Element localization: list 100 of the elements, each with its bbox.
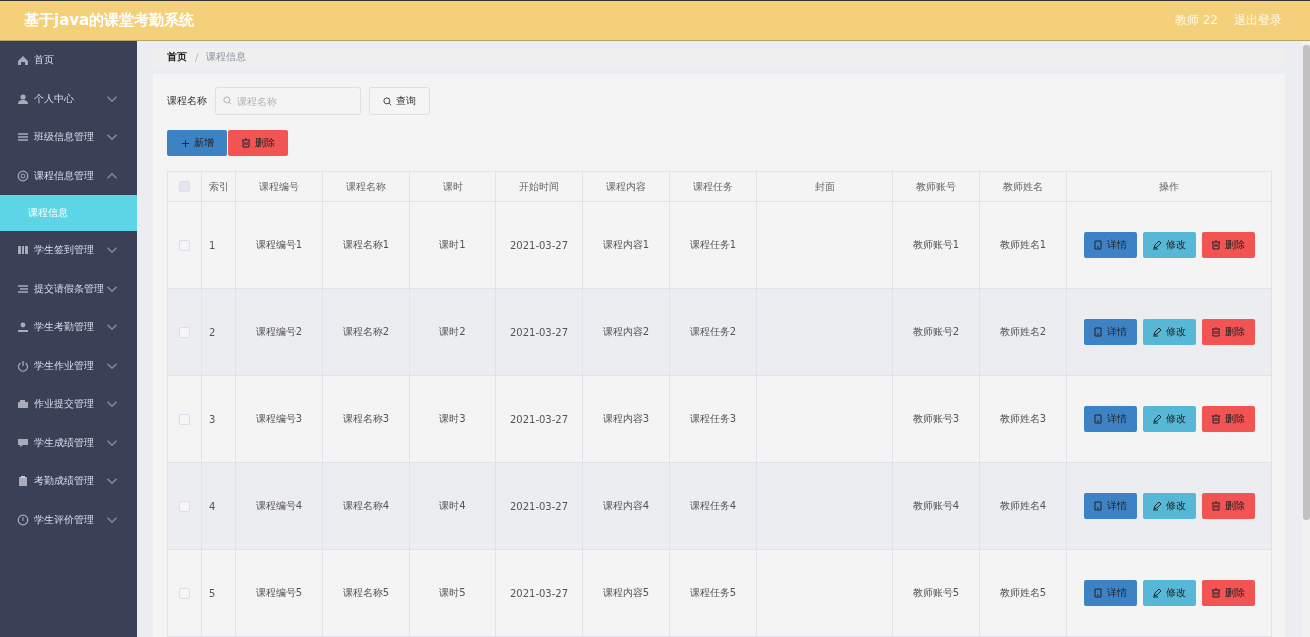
trash-icon [1211,240,1221,250]
sidebar-item[interactable]: 学生成绩管理 [0,423,137,462]
table-cell: 课程内容4 [602,500,650,511]
edit-button[interactable]: 修改 [1142,232,1196,258]
breadcrumb-separator: / [195,51,199,63]
user-icon [17,92,29,105]
delete-button[interactable]: 删除 [1201,406,1255,432]
table-cell: 课时3 [439,413,466,424]
table-cell: 2021-03-27 [509,239,569,251]
edit-button[interactable]: 修改 [1142,406,1196,432]
document-icon [1093,240,1103,250]
table-cell: 课程内容1 [602,239,650,250]
details-button[interactable]: 详情 [1083,493,1137,519]
pencil-icon [1152,588,1162,598]
details-button[interactable]: 详情 [1083,232,1137,258]
column-header: 开始时间 [519,180,559,192]
power-icon [17,359,29,372]
table-cell: 2 [209,326,216,338]
table-cell: 课时1 [439,239,466,250]
sidebar-item[interactable]: 首页 [0,41,137,80]
sidebar-item[interactable]: 学生考勤管理 [0,308,137,347]
table-cell: 教师姓名4 [999,500,1047,511]
checkbox[interactable] [179,413,190,425]
table-cell: 2021-03-27 [509,326,569,338]
checkbox[interactable] [179,587,190,599]
edit-button[interactable]: 修改 [1142,580,1196,606]
details-button[interactable]: 详情 [1083,319,1137,345]
table-cell: 课程任务5 [689,587,737,598]
sidebar-item[interactable]: 学生作业管理 [0,346,137,385]
home-icon [17,54,29,67]
table-cell: 教师姓名1 [999,239,1047,250]
chat-icon [17,436,29,449]
breadcrumb-link[interactable]: 首页 [167,50,187,64]
sidebar-item[interactable]: 作业提交管理 [0,385,137,424]
table-cell: 课程名称4 [342,500,390,511]
column-header: 课程编号 [259,180,299,192]
delete-button[interactable]: 删除 [1201,232,1255,258]
column-header: 课程内容 [606,180,646,192]
table-cell: 教师姓名3 [999,413,1047,424]
table-cell: 1 [209,239,216,251]
delete-button[interactable]: 删除 [1201,580,1255,606]
trash-icon [1211,414,1221,424]
table-cell: 教师姓名5 [999,587,1047,598]
sidebar-item[interactable]: 个人中心 [0,79,137,118]
table-cell: 2021-03-27 [509,500,569,512]
column-header: 索引 [208,180,229,192]
user-name: 教师 22 [1174,12,1218,29]
table-cell: 2021-03-27 [509,413,569,425]
table-cell: 4 [209,500,216,512]
clipboard-icon [17,475,29,488]
details-button[interactable]: 详情 [1083,406,1137,432]
list-icon [17,131,29,144]
table-cell: 教师账号2 [912,326,960,337]
search-icon [383,96,392,106]
checkbox[interactable] [179,500,190,512]
plus-icon [180,138,190,148]
pencil-icon [1152,414,1162,424]
table-cell: 课程名称2 [342,326,390,337]
table-cell: 课程任务2 [689,326,737,337]
sidebar-item[interactable]: 学生评价管理 [0,500,137,539]
pencil-icon [1152,240,1162,250]
trash-icon [1211,588,1221,598]
table-cell: 课程名称5 [342,587,390,598]
sidebar-item[interactable]: 班级信息管理 [0,118,137,157]
table-cell: 教师账号3 [912,413,960,424]
checkbox[interactable] [179,239,190,251]
table-cell: 课程任务1 [689,239,737,250]
delete-button[interactable]: 删除 [1201,493,1255,519]
table-cell: 教师账号4 [912,500,960,511]
table-cell: 课程编号1 [255,239,303,250]
document-icon [1093,414,1103,424]
sidebar-item[interactable]: 提交请假条管理 [0,269,137,308]
checkbox[interactable] [179,326,190,338]
table-cell: 课程任务4 [689,500,737,511]
edit-button[interactable]: 修改 [1142,493,1196,519]
column-header: 课程任务 [693,180,733,192]
scrollbar[interactable] [1303,41,1310,637]
field-label: 课程名称 [167,94,207,108]
table-cell: 课程名称3 [342,413,390,424]
table-cell: 5 [209,587,216,599]
delete-button[interactable]: 删除 [228,130,288,156]
document-icon [1093,327,1103,337]
sidebar-item[interactable]: 学生签到管理 [0,231,137,270]
details-button[interactable]: 详情 [1083,580,1137,606]
table-cell: 课程编号4 [255,500,303,511]
sidebar-item[interactable]: 考勤成绩管理 [0,462,137,501]
search-button[interactable]: 查询 [369,87,430,115]
delete-button[interactable]: 删除 [1201,319,1255,345]
app-title: 基于java的课堂考勤系统 [24,11,196,30]
column-header: 教师姓名 [1003,180,1043,192]
trash-icon [1211,501,1221,511]
table-cell: 课程编号2 [255,326,303,337]
edit-button[interactable]: 修改 [1142,319,1196,345]
add-button[interactable]: 新增 [167,130,227,156]
sidebar-item[interactable]: 课程信息管理 [0,156,137,195]
column-header: 教师账号 [916,180,956,192]
search-field[interactable]: 课程名称 [215,87,361,115]
pencil-icon [1152,327,1162,337]
user-icon [17,321,29,334]
table-cell: 课程名称1 [342,239,390,250]
